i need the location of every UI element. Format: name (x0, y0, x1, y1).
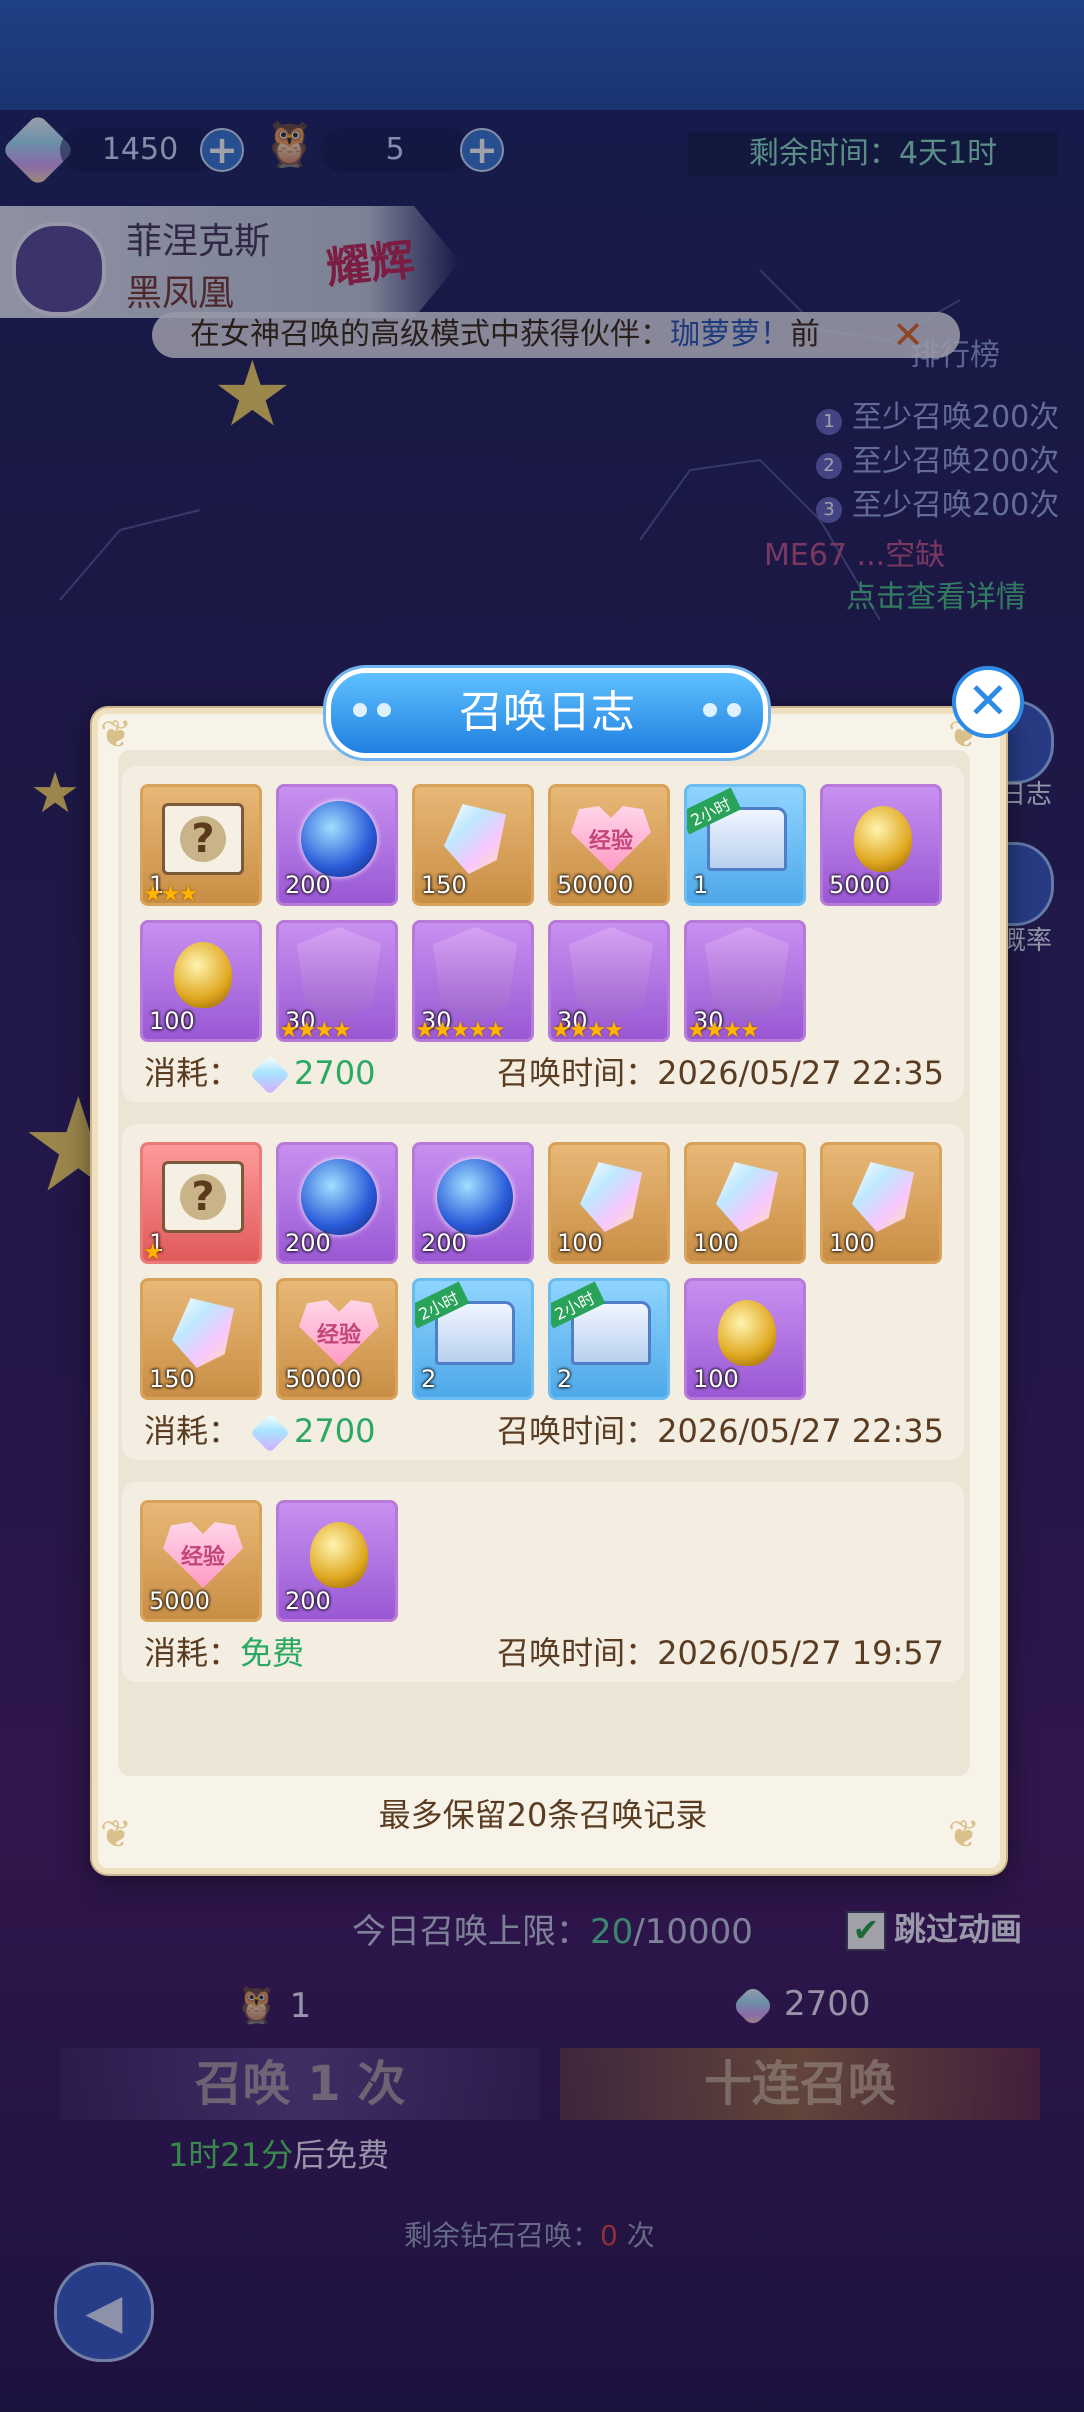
record-cost: 消耗：免费 (144, 1634, 305, 1672)
summon-record: ? 1 ★ 200 200 100 100 100 150 经验 50000 2小时 2 2小时 2 100 … (122, 1124, 964, 1460)
reward-item[interactable]: 200 (276, 784, 398, 906)
reward-item[interactable]: 2小时 2 (548, 1278, 670, 1400)
record-limit-note: 最多保留20条召唤记录 (378, 1796, 708, 1834)
exp-heart-icon: 经验 (297, 1291, 381, 1375)
reward-item[interactable]: 100 (140, 920, 262, 1042)
mystery-box-icon: ? (161, 1155, 245, 1239)
crystal-icon (569, 1155, 653, 1239)
item-quantity: 50000 (285, 1365, 362, 1393)
mystery-box-icon: ? (161, 797, 245, 881)
reward-item[interactable]: 200 (276, 1500, 398, 1622)
reward-item[interactable]: 2小时 1 (684, 784, 806, 906)
item-quantity: 2 (421, 1365, 437, 1393)
item-quantity: 2 (557, 1365, 573, 1393)
hero-shard-icon (297, 927, 381, 1023)
reward-grid: ? 1 ★ 200 200 100 100 100 150 经验 50000 2小时 2 2小时 2 100 (140, 1142, 960, 1400)
crystal-orb-icon (433, 1155, 517, 1239)
diamond-icon (250, 1055, 290, 1095)
item-quantity: 150 (421, 871, 467, 899)
rarity-stars: ★★★★ (279, 1018, 352, 1042)
record-time: 召唤时间：2026/05/27 19:57 (497, 1634, 944, 1672)
reward-item[interactable]: 200 (412, 1142, 534, 1264)
modal-title: 召唤日志 (326, 668, 768, 758)
diamond-icon (250, 1413, 290, 1453)
reward-item[interactable]: 30 ★★★★ (548, 920, 670, 1042)
crystal-icon (841, 1155, 925, 1239)
reward-item[interactable]: 30 ★★★★ (684, 920, 806, 1042)
item-quantity: 200 (285, 1587, 331, 1615)
close-button[interactable]: ✕ (952, 666, 1024, 738)
reward-item[interactable]: 100 (684, 1142, 806, 1264)
hero-shard-icon (433, 927, 517, 1023)
item-quantity: 50000 (557, 871, 634, 899)
crystal-icon (433, 797, 517, 881)
item-quantity: 100 (693, 1229, 739, 1257)
reward-item[interactable]: 30 ★★★★ (276, 920, 398, 1042)
reward-item[interactable]: 经验 50000 (276, 1278, 398, 1400)
exp-heart-icon: 经验 (161, 1513, 245, 1597)
reward-item[interactable]: ? 1 ★★★ (140, 784, 262, 906)
rarity-stars: ★★★★★ (415, 1018, 506, 1042)
reward-item[interactable]: 5000 (820, 784, 942, 906)
item-quantity: 100 (829, 1229, 875, 1257)
summon-record: ? 1 ★★★ 200 150 经验 50000 2小时 1 5000 100 30 ★★★★ 30 ★★★… (122, 766, 964, 1102)
reward-item[interactable]: 100 (548, 1142, 670, 1264)
hero-shard-icon (705, 927, 789, 1023)
crystal-orb-icon (297, 797, 381, 881)
item-quantity: 200 (285, 1229, 331, 1257)
rarity-stars: ★★★★ (551, 1018, 624, 1042)
item-quantity: 5000 (829, 871, 891, 899)
crystal-icon (705, 1155, 789, 1239)
hero-shard-icon (569, 927, 653, 1023)
record-cost: 消耗： 2700 (144, 1406, 375, 1453)
item-quantity: 100 (557, 1229, 603, 1257)
crystal-orb-icon (297, 1155, 381, 1239)
item-quantity: 150 (149, 1365, 195, 1393)
item-quantity: 100 (693, 1365, 739, 1393)
record-time: 召唤时间：2026/05/27 22:35 (497, 1054, 944, 1092)
golden-egg-icon (705, 1291, 789, 1375)
item-quantity: 1 (693, 871, 709, 899)
close-icon: ✕ (967, 672, 1009, 730)
reward-item[interactable]: 150 (140, 1278, 262, 1400)
summon-record: 经验 5000 200 消耗：免费 召唤时间：2026/05/27 19:57 (122, 1482, 964, 1682)
reward-item[interactable]: 30 ★★★★★ (412, 920, 534, 1042)
record-time: 召唤时间：2026/05/27 22:35 (497, 1412, 944, 1450)
item-quantity: 100 (149, 1007, 195, 1035)
rarity-stars: ★★★★ (687, 1018, 760, 1042)
golden-egg-icon (297, 1513, 381, 1597)
reward-item[interactable]: 200 (276, 1142, 398, 1264)
golden-egg-icon (841, 797, 925, 881)
golden-egg-icon (161, 933, 245, 1017)
reward-grid: ? 1 ★★★ 200 150 经验 50000 2小时 1 5000 100 30 ★★★★ 30 ★★★… (140, 784, 960, 1042)
reward-item[interactable]: 2小时 2 (412, 1278, 534, 1400)
reward-item[interactable]: 经验 50000 (548, 784, 670, 906)
reward-item[interactable]: 经验 5000 (140, 1500, 262, 1622)
item-quantity: 200 (285, 871, 331, 899)
reward-item[interactable]: ? 1 ★ (140, 1142, 262, 1264)
rarity-stars: ★ (143, 1240, 163, 1264)
reward-item[interactable]: 100 (684, 1278, 806, 1400)
exp-heart-icon: 经验 (569, 797, 653, 881)
item-quantity: 5000 (149, 1587, 211, 1615)
reward-grid: 经验 5000 200 (140, 1500, 960, 1622)
rarity-stars: ★★★ (143, 882, 198, 906)
item-quantity: 200 (421, 1229, 467, 1257)
reward-item[interactable]: 100 (820, 1142, 942, 1264)
reward-item[interactable]: 150 (412, 784, 534, 906)
record-cost: 消耗： 2700 (144, 1048, 375, 1095)
crystal-icon (161, 1291, 245, 1375)
